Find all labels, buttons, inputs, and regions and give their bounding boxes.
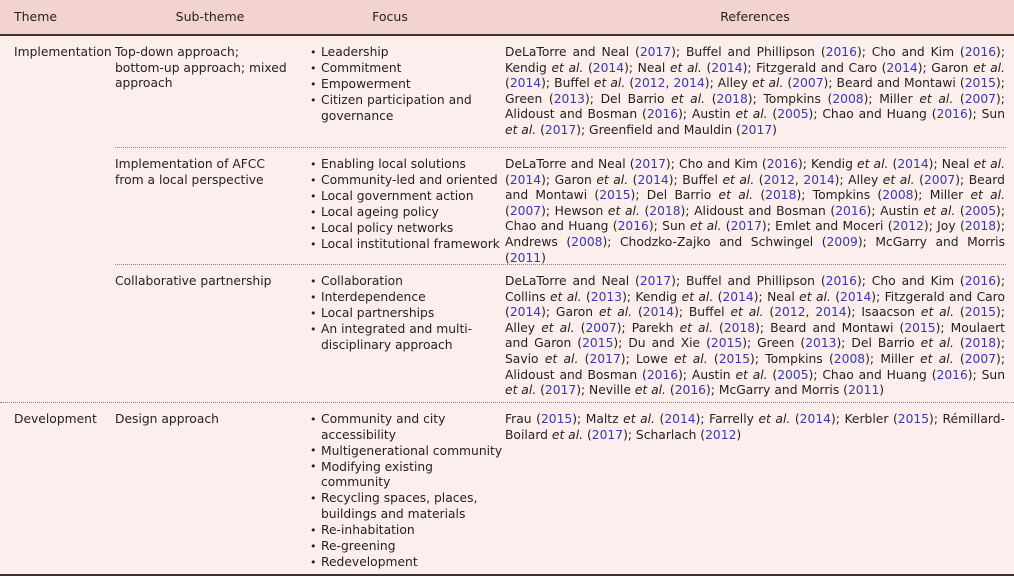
cell-focus: Enabling local solutionsCommunity-led an… bbox=[305, 157, 505, 254]
focus-list-item: Local ageing policy bbox=[308, 205, 505, 221]
cell-theme: Implementation bbox=[14, 45, 112, 59]
focus-list-item: Redevelopment bbox=[308, 555, 505, 571]
cell-references: DeLaTorre and Neal (2017); Buffel and Ph… bbox=[505, 274, 1005, 398]
table-body: Implementation Top-down approach; bottom-… bbox=[0, 36, 1014, 576]
focus-list-item: An integrated and multi-disciplinary app… bbox=[308, 322, 505, 353]
focus-list-item: Empowerment bbox=[308, 77, 505, 93]
focus-list-item: Recycling spaces, places, buildings and … bbox=[308, 491, 505, 522]
focus-list-item: Citizen participation and governance bbox=[308, 93, 505, 124]
table-row: Implementation Top-down approach; bottom-… bbox=[0, 36, 1014, 148]
focus-list-item: Multigenerational community bbox=[308, 443, 505, 460]
focus-list-item: Community and city accessibility bbox=[308, 411, 505, 443]
focus-list: Community and city accessibilityMultigen… bbox=[308, 411, 505, 571]
focus-list-item: Interdependence bbox=[308, 290, 505, 306]
focus-list-item: Commitment bbox=[308, 61, 505, 77]
focus-list: CollaborationInterdependenceLocal partne… bbox=[308, 274, 505, 353]
table-header-row: Theme Sub-theme Focus References bbox=[0, 0, 1014, 36]
column-header-references: References bbox=[720, 9, 790, 24]
cell-references: DeLaTorre and Neal (2017); Buffel and Ph… bbox=[505, 45, 1005, 137]
cell-theme: Development bbox=[14, 412, 97, 426]
cell-focus: Community and city accessibilityMultigen… bbox=[305, 411, 505, 571]
focus-list-item: Local government action bbox=[308, 189, 505, 205]
focus-list-item: Local institutional framework bbox=[308, 237, 505, 253]
column-header-focus: Focus bbox=[372, 9, 408, 24]
cell-sub-theme: Design approach bbox=[115, 412, 219, 426]
table-row: Collaborative partnership CollaborationIn… bbox=[0, 265, 1014, 403]
table-row: Development Design approach Community and … bbox=[0, 403, 1014, 576]
focus-list-item: Re-greening bbox=[308, 539, 505, 555]
references-table: Theme Sub-theme Focus References Impleme… bbox=[0, 0, 1014, 576]
focus-list-item: Local policy networks bbox=[308, 221, 505, 237]
cell-focus: LeadershipCommitmentEmpowermentCitizen p… bbox=[305, 45, 505, 125]
focus-list-item: Enabling local solutions bbox=[308, 157, 505, 173]
column-header-theme: Theme bbox=[14, 9, 58, 24]
focus-list: Enabling local solutionsCommunity-led an… bbox=[308, 157, 505, 253]
focus-list-item: Community-led and oriented bbox=[308, 173, 505, 189]
focus-list-item: Local partnerships bbox=[308, 306, 505, 322]
focus-list-item: Leadership bbox=[308, 45, 505, 61]
cell-references: DeLaTorre and Neal (2017); Cho and Kim (… bbox=[505, 157, 1005, 265]
focus-list-item: Re-inhabitation bbox=[308, 523, 505, 539]
column-header-sub-theme: Sub-theme bbox=[175, 9, 245, 24]
cell-sub-theme: Collaborative partnership bbox=[115, 274, 272, 288]
cell-sub-theme: Implementation of AFCC from a local pers… bbox=[115, 157, 265, 187]
focus-list: LeadershipCommitmentEmpowermentCitizen p… bbox=[308, 45, 505, 124]
cell-references: Frau (2015); Maltz et al. (2014); Farrel… bbox=[505, 412, 1005, 442]
focus-list-item: Collaboration bbox=[308, 274, 505, 290]
cell-sub-theme: Top-down approach; bottom-up approach; m… bbox=[115, 45, 287, 91]
table-row: Implementation of AFCC from a local pers… bbox=[0, 148, 1014, 265]
focus-list-item: Modifying existing community bbox=[308, 459, 505, 491]
cell-focus: CollaborationInterdependenceLocal partne… bbox=[305, 274, 505, 354]
